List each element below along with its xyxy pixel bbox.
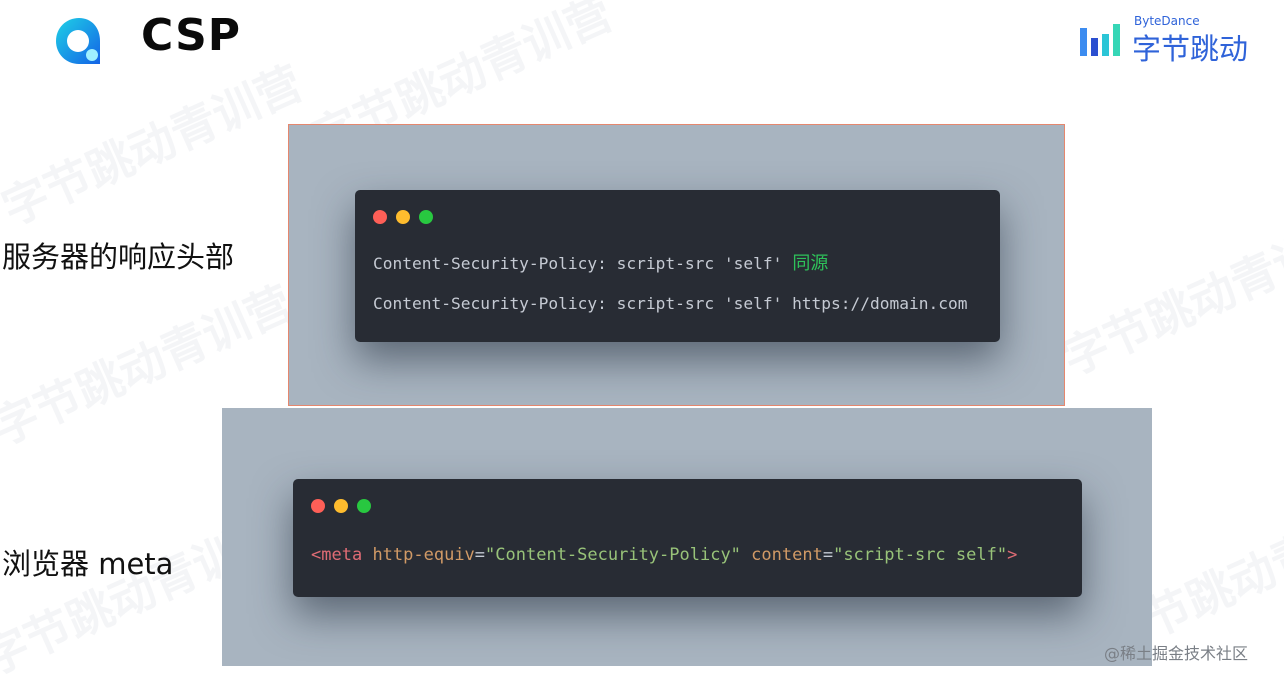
- code-line-2: Content-Security-Policy: script-src 'sel…: [373, 294, 968, 313]
- server-header-label: 服务器的响应头部: [2, 240, 235, 274]
- meta-attr-http-equiv: http-equiv: [372, 545, 475, 565]
- bytedance-logo: ByteDance 字节跳动: [1078, 14, 1258, 66]
- server-header-panel: Content-Security-Policy: script-src 'sel…: [288, 124, 1065, 406]
- minimize-dot-icon: [334, 499, 348, 513]
- code-window-bottom: <meta http-equiv="Content-Security-Polic…: [293, 479, 1082, 597]
- meta-tag-open: <meta: [311, 545, 363, 565]
- code-window-top: Content-Security-Policy: script-src 'sel…: [355, 190, 1000, 342]
- close-dot-icon: [373, 210, 387, 224]
- watermark-text: 字节跳动青训营: [1054, 205, 1284, 386]
- brand-chinese-name: 字节跳动: [1132, 32, 1249, 66]
- slide-title: CSP: [141, 10, 242, 61]
- app-logo-icon: [56, 18, 100, 64]
- browser-meta-label: 浏览器 meta: [2, 547, 174, 581]
- meta-value-script-src: "script-src self": [833, 545, 1008, 565]
- meta-tag-close: >: [1007, 545, 1018, 565]
- source-credit: @稀土掘金技术社区: [1104, 644, 1249, 663]
- watermark-text: 字节跳动青训营: [0, 55, 311, 236]
- maximize-dot-icon: [419, 210, 433, 224]
- same-origin-note: 同源: [792, 253, 829, 274]
- meta-value-policy: "Content-Security-Policy": [485, 545, 741, 565]
- meta-tag-code: <meta http-equiv="Content-Security-Polic…: [311, 545, 1017, 565]
- meta-equals: =: [822, 545, 834, 565]
- meta-equals: =: [474, 545, 486, 565]
- meta-attr-content: content: [751, 545, 823, 565]
- maximize-dot-icon: [357, 499, 371, 513]
- minimize-dot-icon: [396, 210, 410, 224]
- browser-meta-panel: <meta http-equiv="Content-Security-Polic…: [222, 408, 1152, 666]
- code-line-1: Content-Security-Policy: script-src 'sel…: [373, 249, 828, 275]
- window-controls: [373, 209, 442, 224]
- close-dot-icon: [311, 499, 325, 513]
- code-line-1-text: Content-Security-Policy: script-src 'sel…: [373, 254, 783, 273]
- window-controls: [311, 498, 380, 513]
- bytedance-bars-icon: [1080, 24, 1120, 56]
